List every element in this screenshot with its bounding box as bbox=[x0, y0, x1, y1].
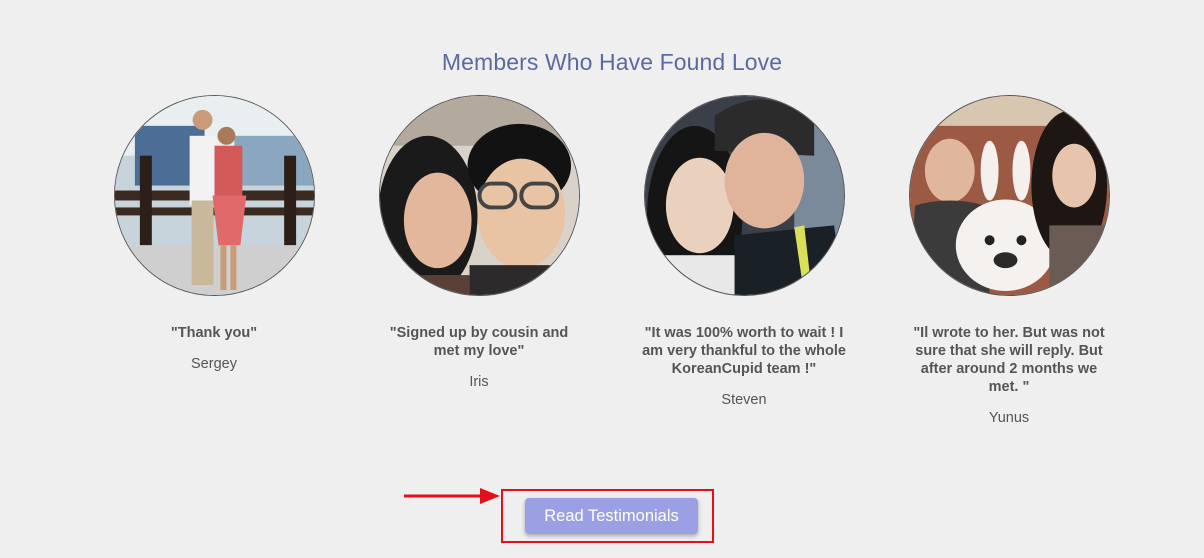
testimonial-quote: "Signed up by cousin and met my love" bbox=[389, 325, 569, 359]
couple-photo bbox=[908, 95, 1110, 296]
testimonial-author: Steven bbox=[721, 392, 767, 408]
testimonial-card: "Thank you" Sergey bbox=[104, 95, 324, 373]
arrow-right-icon bbox=[404, 488, 500, 504]
testimonial-card: "Signed up by cousin and met my love" Ir… bbox=[369, 95, 589, 391]
couple-photo bbox=[643, 95, 845, 296]
testimonial-quote: "It was 100% worth to wait ! I am very t… bbox=[642, 325, 846, 377]
couple-photo bbox=[378, 95, 580, 296]
testimonial-author: Sergey bbox=[191, 356, 237, 372]
testimonial-card: "It was 100% worth to wait ! I am very t… bbox=[634, 95, 854, 409]
testimonial-list: "Thank you" Sergey "Signed up by cousin … bbox=[0, 95, 1204, 475]
testimonial-quote: "Il wrote to her. But was not sure that … bbox=[913, 325, 1105, 395]
read-testimonials-button[interactable]: Read Testimonials bbox=[525, 498, 698, 534]
testimonial-quote: "Thank you" bbox=[170, 325, 258, 341]
testimonial-card: "Il wrote to her. But was not sure that … bbox=[899, 95, 1119, 427]
couple-photo bbox=[113, 95, 315, 296]
testimonial-author: Iris bbox=[469, 374, 489, 390]
section-title: Members Who Have Found Love bbox=[441, 49, 783, 75]
testimonial-author: Yunus bbox=[988, 410, 1030, 426]
